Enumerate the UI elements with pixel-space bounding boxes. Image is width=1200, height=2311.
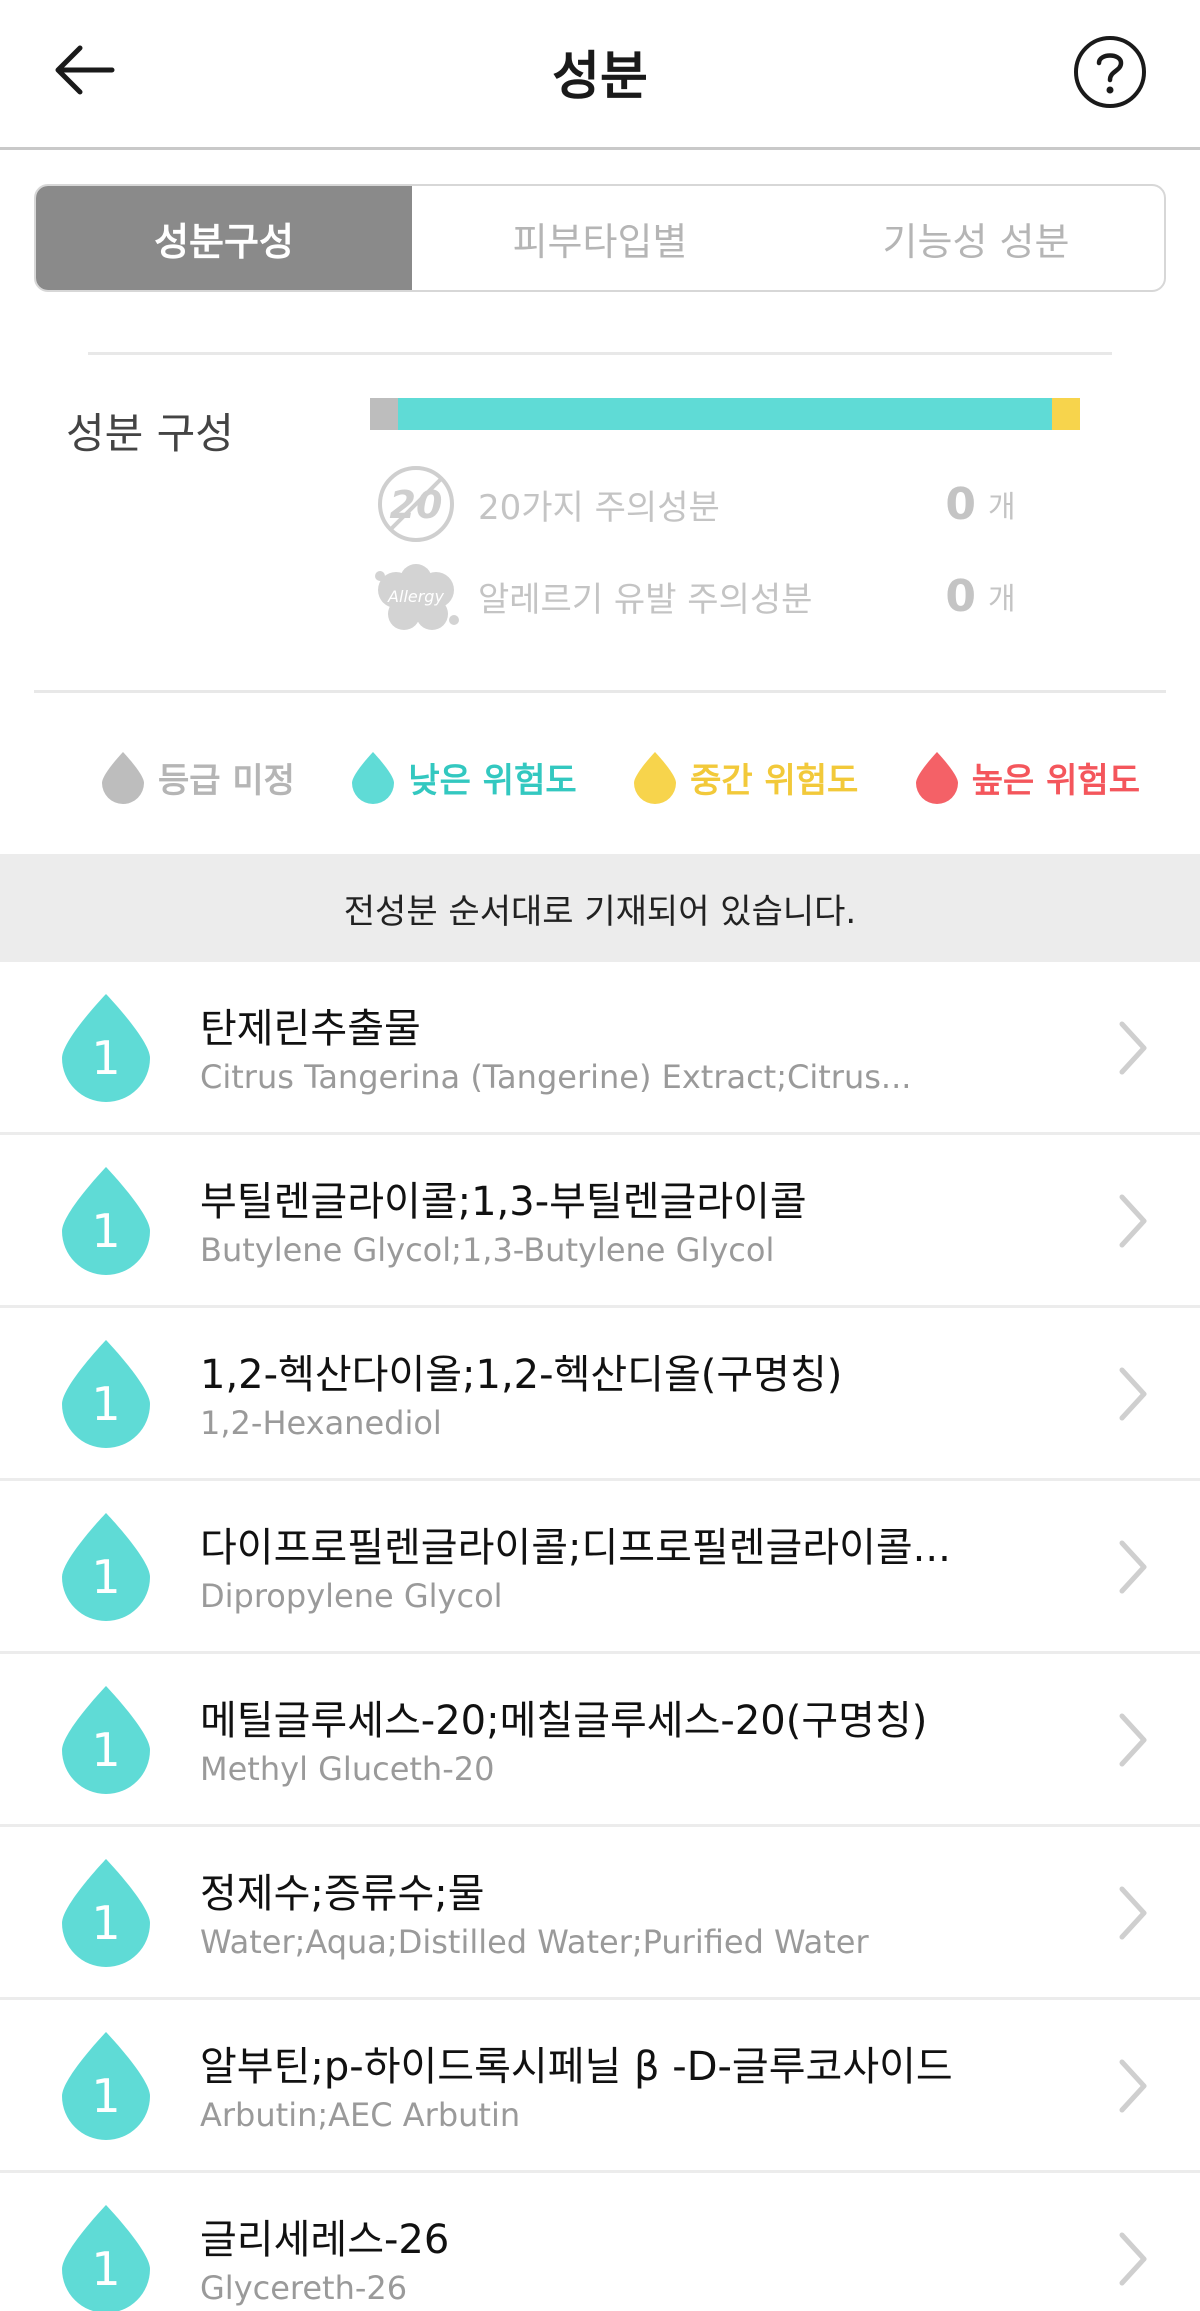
- list-item[interactable]: 1 부틸렌글라이콜;1,3-부틸렌글라이콜 Butylene Glycol;1,…: [0, 1135, 1200, 1308]
- chevron-right-icon: [1119, 1367, 1147, 1421]
- ingredient-name: 글리세레스-26: [200, 2217, 450, 2263]
- chevron-right-icon: [1119, 1194, 1147, 1248]
- svg-text:1: 1: [91, 2242, 120, 2296]
- warning-row-20: 20 20가지 주의성분 0 개: [370, 464, 1070, 544]
- ingredient-english-name: Butylene Glycol;1,3-Butylene Glycol: [200, 1231, 775, 1269]
- legend-high: 높은 위험도: [914, 750, 1140, 804]
- ingredient-english-name: Arbutin;AEC Arbutin: [200, 2096, 521, 2134]
- bar-segment-unrated: [370, 398, 399, 430]
- list-item[interactable]: 1 메틸글루세스-20;메칠글루세스-20(구명칭) Methyl Glucet…: [0, 1654, 1200, 1827]
- question-circle-icon: [1074, 36, 1146, 108]
- warning-text: 알레르기 유발 주의성분: [478, 579, 813, 620]
- ingredient-name: 1,2-헥산다이올;1,2-헥산디올(구명칭): [200, 1352, 843, 1398]
- legend-label: 낮은 위험도: [408, 760, 577, 801]
- ingredient-english-name: 1,2-Hexanediol: [200, 1404, 442, 1442]
- page-title: 성분: [552, 47, 648, 107]
- chevron-right-icon: [1119, 1021, 1147, 1075]
- ingredient-english-name: Citrus Tangerina (Tangerine) Extract;Cit…: [200, 1058, 912, 1096]
- warning-text: 20가지 주의성분: [478, 487, 720, 528]
- legend-medium: 중간 위험도: [632, 750, 858, 804]
- grade-drop-icon: 1: [62, 1686, 150, 1794]
- twenty-icon: 20: [370, 464, 462, 544]
- chevron-right-icon: [1119, 1540, 1147, 1594]
- bar-segment-medium: [1051, 398, 1080, 430]
- warning-unit: 개: [988, 490, 1016, 525]
- ingredient-name: 정제수;증류수;물: [200, 1871, 485, 1917]
- chevron-right-icon: [1119, 2059, 1147, 2113]
- tab-skin-type[interactable]: 피부타입별: [412, 186, 788, 290]
- ingredient-name: 알부틴;p-하이드록시페닐 β -D-글루코사이드: [200, 2044, 953, 2090]
- app-header: 성분: [0, 0, 1200, 150]
- legend-label: 등급 미정: [158, 760, 295, 801]
- composition-label: 성분 구성: [66, 409, 234, 458]
- list-item[interactable]: 1 정제수;증류수;물 Water;Aqua;Distilled Water;P…: [0, 1827, 1200, 2000]
- warning-count: 0: [945, 570, 976, 622]
- grade-drop-icon: 1: [62, 1513, 150, 1621]
- chevron-right-icon: [1119, 1713, 1147, 1767]
- grade-drop-icon: 1: [62, 994, 150, 1102]
- tab-functional[interactable]: 기능성 성분: [788, 186, 1164, 290]
- drop-icon: [352, 752, 395, 804]
- legend-label: 높은 위험도: [971, 760, 1140, 801]
- help-button[interactable]: [1072, 34, 1148, 110]
- legend-label: 중간 위험도: [690, 760, 859, 801]
- chevron-right-icon: [1119, 2232, 1147, 2286]
- ingredient-english-name: Glycereth-26: [200, 2269, 408, 2307]
- grade-drop-icon: 1: [62, 1340, 150, 1448]
- ingredient-name: 부틸렌글라이콜;1,3-부틸렌글라이콜: [200, 1179, 807, 1225]
- svg-text:1: 1: [91, 1031, 120, 1085]
- svg-text:1: 1: [91, 1896, 120, 1950]
- ingredient-name: 다이프로필렌글라이콜;디프로필렌글라이콜...: [200, 1525, 951, 1571]
- warning-unit: 개: [988, 582, 1016, 617]
- list-item[interactable]: 1 다이프로필렌글라이콜;디프로필렌글라이콜... Dipropylene Gl…: [0, 1481, 1200, 1654]
- ingredient-english-name: Dipropylene Glycol: [200, 1577, 503, 1615]
- legend-unrated: 등급 미정: [100, 750, 295, 804]
- ingredient-list: 1 탄제린추출물 Citrus Tangerina (Tangerine) Ex…: [0, 962, 1200, 2311]
- composition-bar: [370, 398, 1080, 430]
- drop-icon: [915, 752, 958, 804]
- legend-low: 낮은 위험도: [350, 750, 577, 804]
- drop-icon: [102, 752, 144, 804]
- svg-text:1: 1: [91, 1550, 120, 1604]
- ingredient-english-name: Methyl Gluceth-20: [200, 1750, 495, 1788]
- bar-segment-low: [398, 398, 1052, 430]
- risk-legend: 등급 미정 낮은 위험도 중간 위험도 높은 위험도: [100, 742, 1140, 812]
- grade-drop-icon: 1: [62, 1167, 150, 1275]
- svg-text:Allergy: Allergy: [387, 587, 444, 606]
- section-divider: [88, 352, 1112, 355]
- svg-text:1: 1: [91, 1204, 120, 1258]
- svg-text:1: 1: [91, 1377, 120, 1431]
- tab-composition[interactable]: 성분구성: [36, 186, 412, 290]
- ingredient-english-name: Water;Aqua;Distilled Water;Purified Wate…: [200, 1923, 869, 1961]
- svg-text:1: 1: [91, 1723, 120, 1777]
- drop-icon: [634, 752, 677, 804]
- list-item[interactable]: 1 탄제린추출물 Citrus Tangerina (Tangerine) Ex…: [0, 962, 1200, 1135]
- segmented-tabs: 성분구성 피부타입별 기능성 성분: [34, 184, 1166, 292]
- warning-count: 0: [945, 478, 976, 530]
- svg-text:1: 1: [91, 2069, 120, 2123]
- grade-drop-icon: 1: [62, 2205, 150, 2311]
- ingredient-name: 메틸글루세스-20;메칠글루세스-20(구명칭): [200, 1698, 928, 1744]
- chevron-right-icon: [1119, 1886, 1147, 1940]
- ingredient-name: 탄제린추출물: [200, 1006, 421, 1052]
- grade-drop-icon: 1: [62, 1859, 150, 1967]
- warning-row-allergy: Allergy 알레르기 유발 주의성분 0 개: [370, 556, 1070, 636]
- section-divider: [34, 690, 1166, 693]
- order-notice: 전성분 순서대로 기재되어 있습니다.: [0, 854, 1200, 962]
- list-item[interactable]: 1 글리세레스-26 Glycereth-26: [0, 2173, 1200, 2311]
- grade-drop-icon: 1: [62, 2032, 150, 2140]
- list-item[interactable]: 1 1,2-헥산다이올;1,2-헥산디올(구명칭) 1,2-Hexanediol: [0, 1308, 1200, 1481]
- allergy-icon: Allergy: [370, 556, 462, 636]
- list-item[interactable]: 1 알부틴;p-하이드록시페닐 β -D-글루코사이드 Arbutin;AEC …: [0, 2000, 1200, 2173]
